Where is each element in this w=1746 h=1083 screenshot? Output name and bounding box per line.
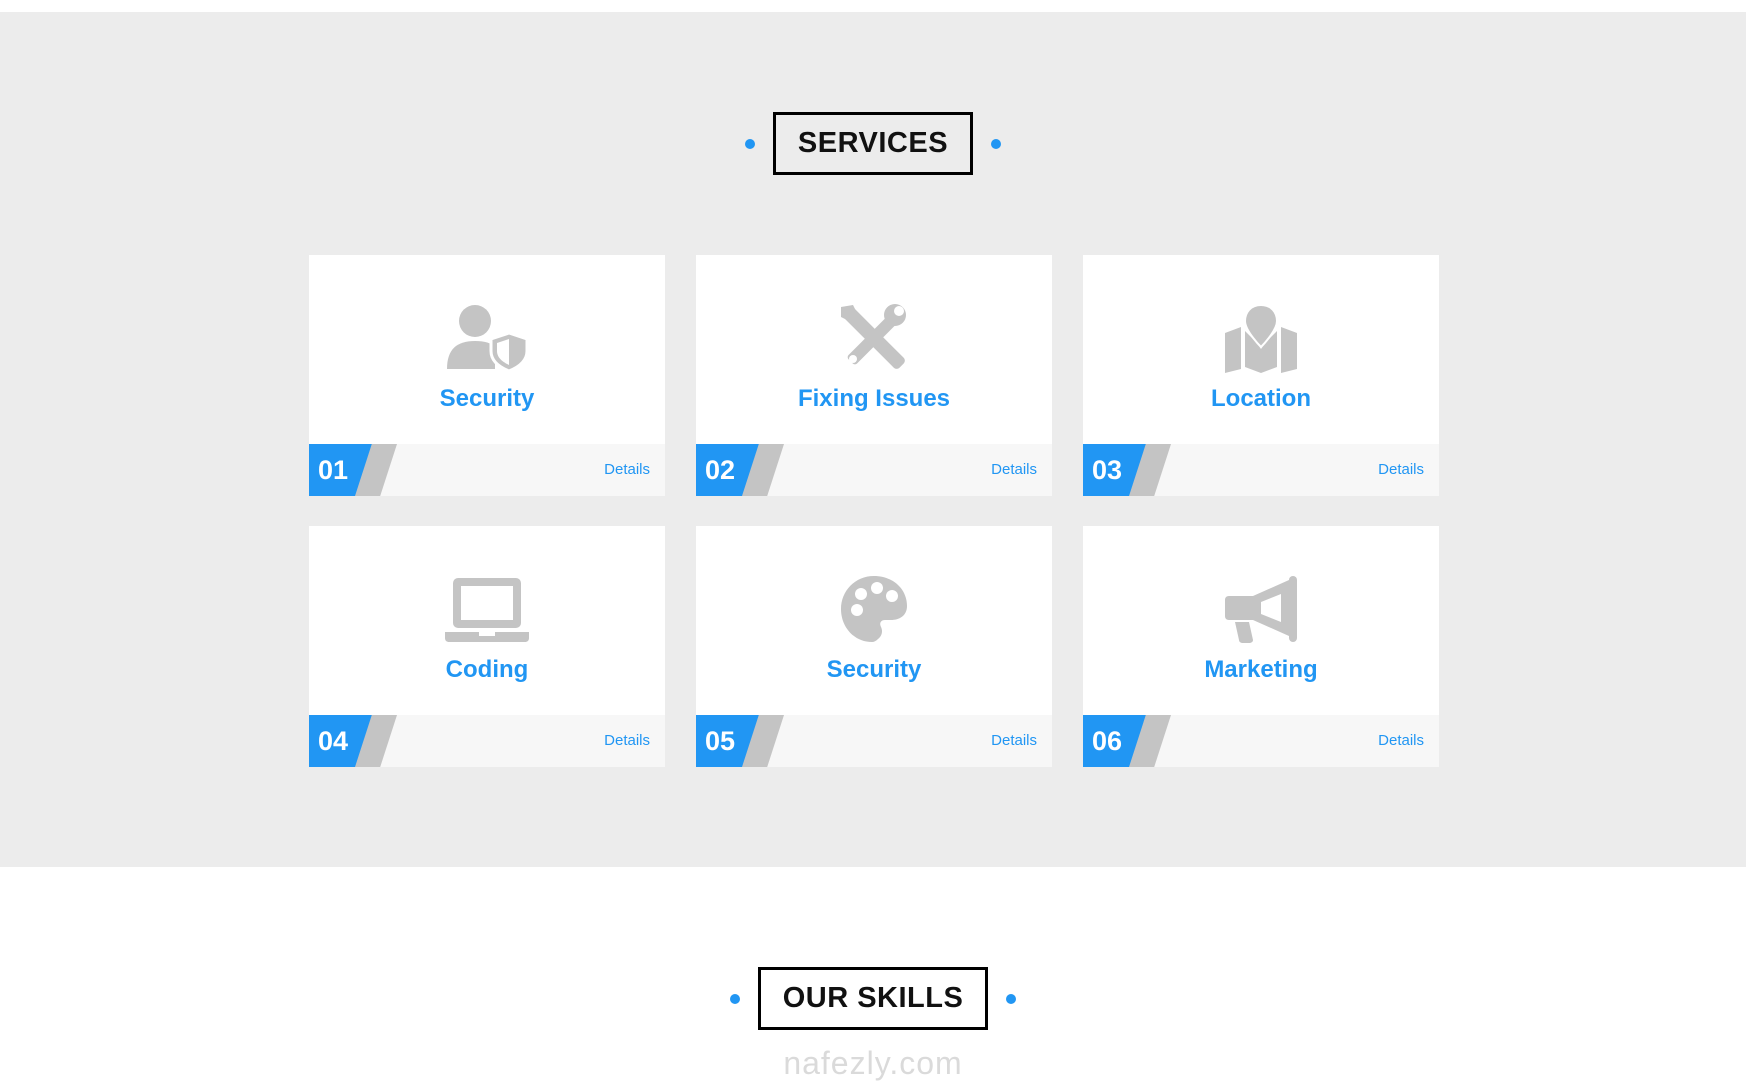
service-card: Location 03 Details — [1083, 255, 1439, 496]
page: SERVICES Security 01 Details Fixing Issu… — [0, 0, 1746, 1083]
laptop-icon — [309, 574, 665, 644]
watermark: nafezly.com — [783, 1045, 963, 1081]
details-link[interactable]: Details — [991, 444, 1037, 496]
service-footer: 05 Details — [696, 715, 1052, 767]
services-section: SERVICES Security 01 Details Fixing Issu… — [0, 12, 1746, 867]
service-title: Marketing — [1204, 656, 1318, 683]
palette-icon — [696, 574, 1052, 644]
details-link[interactable]: Details — [1378, 444, 1424, 496]
service-card: Fixing Issues 02 Details — [696, 255, 1052, 496]
service-footer: 03 Details — [1083, 444, 1439, 496]
service-title: Security — [826, 656, 922, 683]
service-footer: 06 Details — [1083, 715, 1439, 767]
services-heading-wrap: SERVICES — [0, 112, 1746, 175]
service-card: Security 05 Details — [696, 526, 1052, 767]
user-shield-icon — [309, 303, 665, 373]
service-card: Security 01 Details — [309, 255, 665, 496]
tools-icon — [696, 303, 1052, 373]
service-title: Fixing Issues — [797, 385, 951, 412]
details-link[interactable]: Details — [991, 715, 1037, 767]
service-card: Marketing 06 Details — [1083, 526, 1439, 767]
map-location-icon — [1083, 303, 1439, 373]
details-link[interactable]: Details — [1378, 715, 1424, 767]
details-link[interactable]: Details — [604, 444, 650, 496]
service-title: Security — [439, 385, 535, 412]
skills-heading: OUR SKILLS — [757, 967, 989, 1030]
heading-dot-left — [729, 993, 740, 1004]
service-card: Coding 04 Details — [309, 526, 665, 767]
heading-dot-right — [1006, 993, 1017, 1004]
skills-heading-wrap: OUR SKILLS — [0, 967, 1746, 1030]
heading-dot-left — [744, 138, 755, 149]
details-link[interactable]: Details — [604, 715, 650, 767]
service-footer: 02 Details — [696, 444, 1052, 496]
services-heading: SERVICES — [772, 112, 974, 175]
megaphone-icon — [1083, 574, 1439, 644]
service-footer: 01 Details — [309, 444, 665, 496]
service-title: Location — [1211, 385, 1311, 412]
service-footer: 04 Details — [309, 715, 665, 767]
service-title: Coding — [445, 656, 529, 683]
services-grid: Security 01 Details Fixing Issues 02 Det… — [309, 255, 1439, 767]
heading-dot-right — [991, 138, 1002, 149]
